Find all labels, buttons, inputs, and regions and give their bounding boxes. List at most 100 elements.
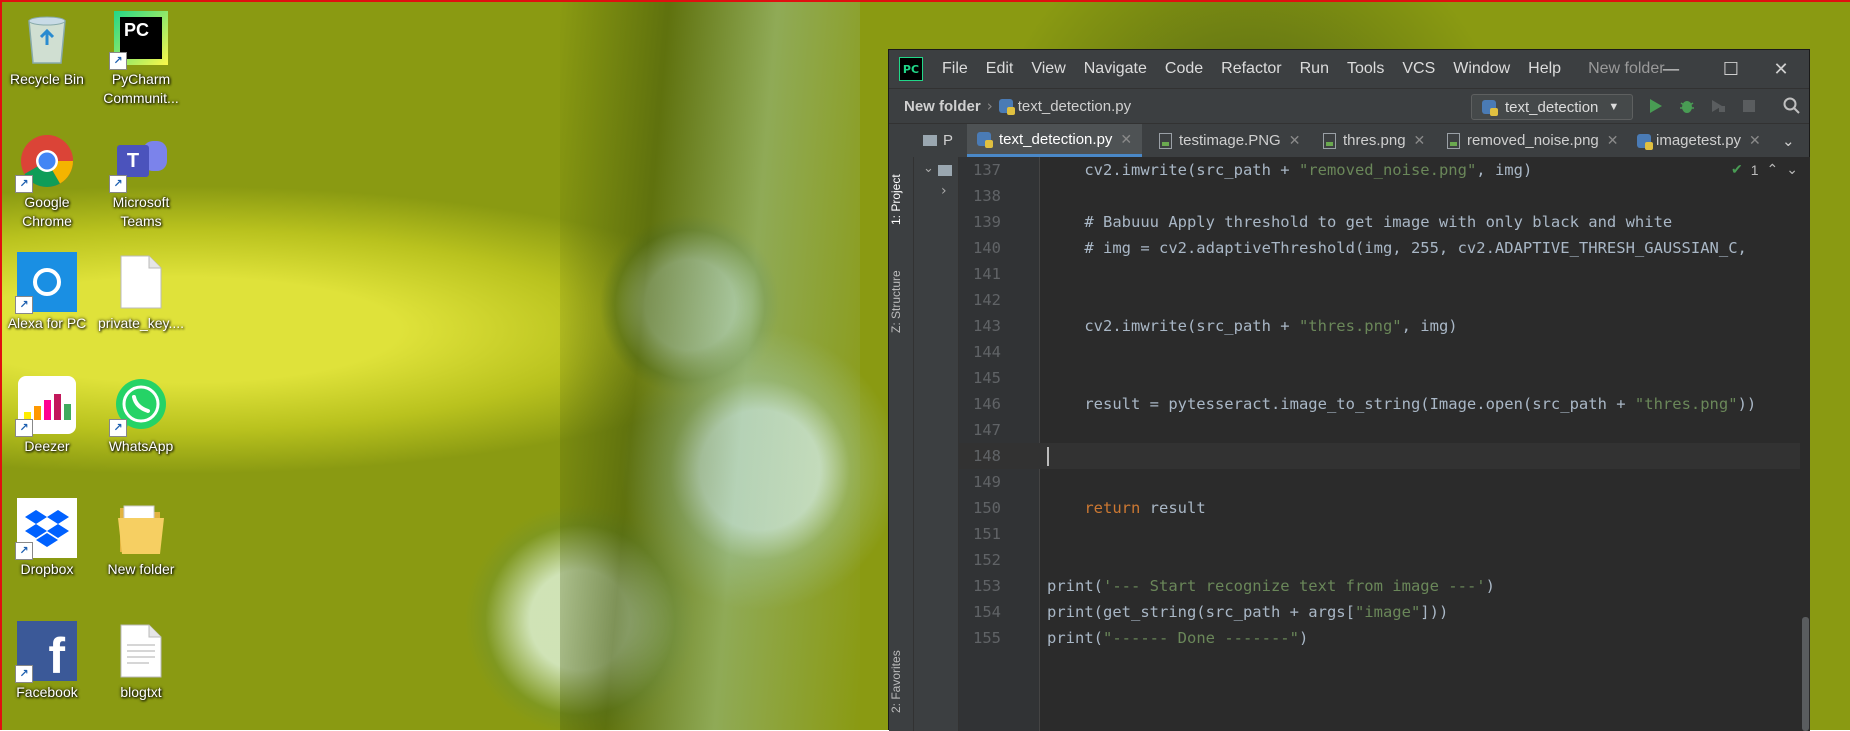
- code-line: 147: [973, 421, 1001, 439]
- run-icon[interactable]: [1646, 96, 1666, 116]
- desktop-icon-label: Facebook: [16, 684, 78, 700]
- desktop-icon-google-chrome[interactable]: ↗ Google Chrome: [2, 131, 92, 231]
- minimize-button[interactable]: —: [1641, 50, 1701, 88]
- desktop-icon-label: Microsoft Teams: [112, 194, 170, 229]
- code-editor[interactable]: ✔ 1 ⌃ ⌄ 137 cv2.imwrite(src_path + "remo…: [959, 157, 1810, 731]
- code-line: 154 print(get_string(src_path + args["ima…: [973, 603, 1449, 621]
- pycharm-window: PC File Edit View Navigate Code Refactor…: [888, 49, 1811, 731]
- desktop-icon-alexa[interactable]: ↗ Alexa for PC: [2, 252, 92, 333]
- menu-code[interactable]: Code: [1156, 60, 1212, 78]
- tab-label: testimage.PNG: [1179, 132, 1281, 149]
- whatsapp-icon: ↗: [109, 375, 171, 437]
- menu-help[interactable]: Help: [1519, 60, 1570, 78]
- pycharm-logo-icon: PC: [899, 57, 923, 81]
- chrome-icon: ↗: [15, 131, 77, 193]
- code-line: 150 return result: [973, 499, 1206, 517]
- python-file-icon: [998, 99, 1015, 115]
- desktop-icon-private-key[interactable]: private_key....: [96, 252, 186, 333]
- code-line: 140 # img = cv2.adaptiveThreshold(img, 2…: [973, 239, 1747, 257]
- desktop-icon-facebook[interactable]: f ↗ Facebook: [2, 621, 92, 702]
- close-tab-icon[interactable]: ✕: [1289, 132, 1301, 149]
- tab-label: text_detection.py: [999, 130, 1113, 148]
- tab-thres-png[interactable]: thres.png ✕: [1323, 124, 1425, 157]
- chevron-right-icon[interactable]: ›: [941, 183, 947, 199]
- chevron-right-icon: ›: [986, 97, 993, 115]
- shortcut-arrow-icon: ↗: [15, 175, 33, 193]
- menu-vcs[interactable]: VCS: [1393, 60, 1444, 78]
- desktop-icon-pycharm[interactable]: PC ↗ PyCharm Communit...: [96, 8, 186, 108]
- breadcrumb-file[interactable]: text_detection.py: [1018, 98, 1131, 115]
- dropbox-icon: ↗: [15, 498, 77, 560]
- text-file-icon: [111, 621, 171, 681]
- tab-removed-noise-png[interactable]: removed_noise.png ✕: [1447, 124, 1619, 157]
- code-line: 145: [973, 369, 1001, 387]
- close-tab-icon[interactable]: ✕: [1414, 132, 1426, 149]
- project-tab-label: P: [943, 132, 954, 149]
- menu-refactor[interactable]: Refactor: [1212, 60, 1290, 78]
- tab-imagetest-py[interactable]: imagetest.py ✕: [1637, 124, 1761, 157]
- desktop-icon-recycle-bin[interactable]: Recycle Bin: [2, 8, 92, 89]
- desktop-icon-microsoft-teams[interactable]: T ↗ Microsoft Teams: [96, 131, 186, 231]
- desktop-icon-label: Alexa for PC: [7, 315, 87, 331]
- tab-project-toggle[interactable]: P: [923, 124, 961, 157]
- structure-tool-tab[interactable]: Z: Structure: [889, 257, 913, 347]
- tabs-overflow-chevron-icon[interactable]: ⌄: [1782, 124, 1795, 157]
- desktop-icon-whatsapp[interactable]: ↗ WhatsApp: [96, 375, 186, 456]
- desktop-icon-label: private_key....: [97, 315, 185, 331]
- menu-view[interactable]: View: [1022, 60, 1074, 78]
- tab-label: imagetest.py: [1656, 132, 1742, 149]
- shortcut-arrow-icon: ↗: [15, 296, 33, 314]
- breadcrumb-folder[interactable]: New folder: [904, 98, 981, 115]
- chevron-down-icon[interactable]: ⌄: [923, 161, 934, 176]
- close-tab-icon[interactable]: ✕: [1120, 131, 1132, 148]
- code-line: 142: [973, 291, 1001, 309]
- search-icon[interactable]: [1782, 96, 1802, 116]
- menu-navigate[interactable]: Navigate: [1075, 60, 1156, 78]
- shortcut-arrow-icon: ↗: [109, 175, 127, 193]
- editor-scrollbar[interactable]: [1800, 157, 1810, 731]
- coverage-icon[interactable]: [1708, 96, 1728, 116]
- close-button[interactable]: ✕: [1751, 50, 1811, 88]
- desktop-icon-label: PyCharm Communit...: [103, 71, 179, 106]
- desktop-icon-label: WhatsApp: [108, 438, 174, 454]
- project-tool-tab[interactable]: 1: Project: [889, 165, 913, 235]
- shortcut-arrow-icon: ↗: [15, 665, 33, 683]
- alexa-icon: ↗: [15, 252, 77, 314]
- scrollbar-thumb[interactable]: [1802, 617, 1809, 731]
- tab-label: thres.png: [1343, 132, 1406, 149]
- stop-icon[interactable]: [1739, 96, 1759, 116]
- folder-icon: [111, 498, 171, 558]
- image-file-icon: [1323, 132, 1336, 149]
- menu-file[interactable]: File: [933, 60, 977, 78]
- debug-icon[interactable]: [1677, 96, 1697, 116]
- favorites-tool-tab[interactable]: 2: Favorites: [889, 637, 913, 727]
- desktop-icon-blogtxt[interactable]: blogtxt: [96, 621, 186, 702]
- close-tab-icon[interactable]: ✕: [1607, 132, 1619, 149]
- menu-run[interactable]: Run: [1291, 60, 1338, 78]
- run-configuration-dropdown[interactable]: text_detection ▼: [1471, 94, 1633, 120]
- shortcut-arrow-icon: ↗: [15, 419, 33, 437]
- desktop-icon-dropbox[interactable]: ↗ Dropbox: [2, 498, 92, 579]
- folder-icon: [938, 165, 952, 176]
- chevron-down-icon: ▼: [1608, 101, 1620, 113]
- project-tree-panel: ⌄ ›: [914, 157, 959, 731]
- python-file-icon: [977, 132, 993, 148]
- menu-window[interactable]: Window: [1444, 60, 1519, 78]
- python-file-icon: [1482, 100, 1498, 116]
- close-tab-icon[interactable]: ✕: [1749, 132, 1761, 149]
- desktop-icon-new-folder[interactable]: New folder: [96, 498, 186, 579]
- current-code-line[interactable]: 148: [959, 443, 1809, 469]
- left-tool-window-bar: 1: Project Z: Structure 2: Favorites: [889, 157, 914, 731]
- desktop-icon-label: Google Chrome: [22, 194, 72, 229]
- tab-testimage-png[interactable]: testimage.PNG ✕: [1159, 124, 1300, 157]
- facebook-icon: f ↗: [15, 621, 77, 683]
- desktop-icon-label: Recycle Bin: [10, 71, 84, 87]
- shortcut-arrow-icon: ↗: [109, 419, 127, 437]
- code-line: 139 # Babuuu Apply threshold to get imag…: [973, 213, 1673, 231]
- tab-text-detection-py[interactable]: text_detection.py ✕: [967, 124, 1143, 157]
- code-line: 137 cv2.imwrite(src_path + "removed_nois…: [973, 161, 1533, 179]
- desktop-icon-deezer[interactable]: ↗ Deezer: [2, 375, 92, 456]
- menu-tools[interactable]: Tools: [1338, 60, 1393, 78]
- menu-edit[interactable]: Edit: [977, 60, 1023, 78]
- image-file-icon: [1447, 132, 1460, 149]
